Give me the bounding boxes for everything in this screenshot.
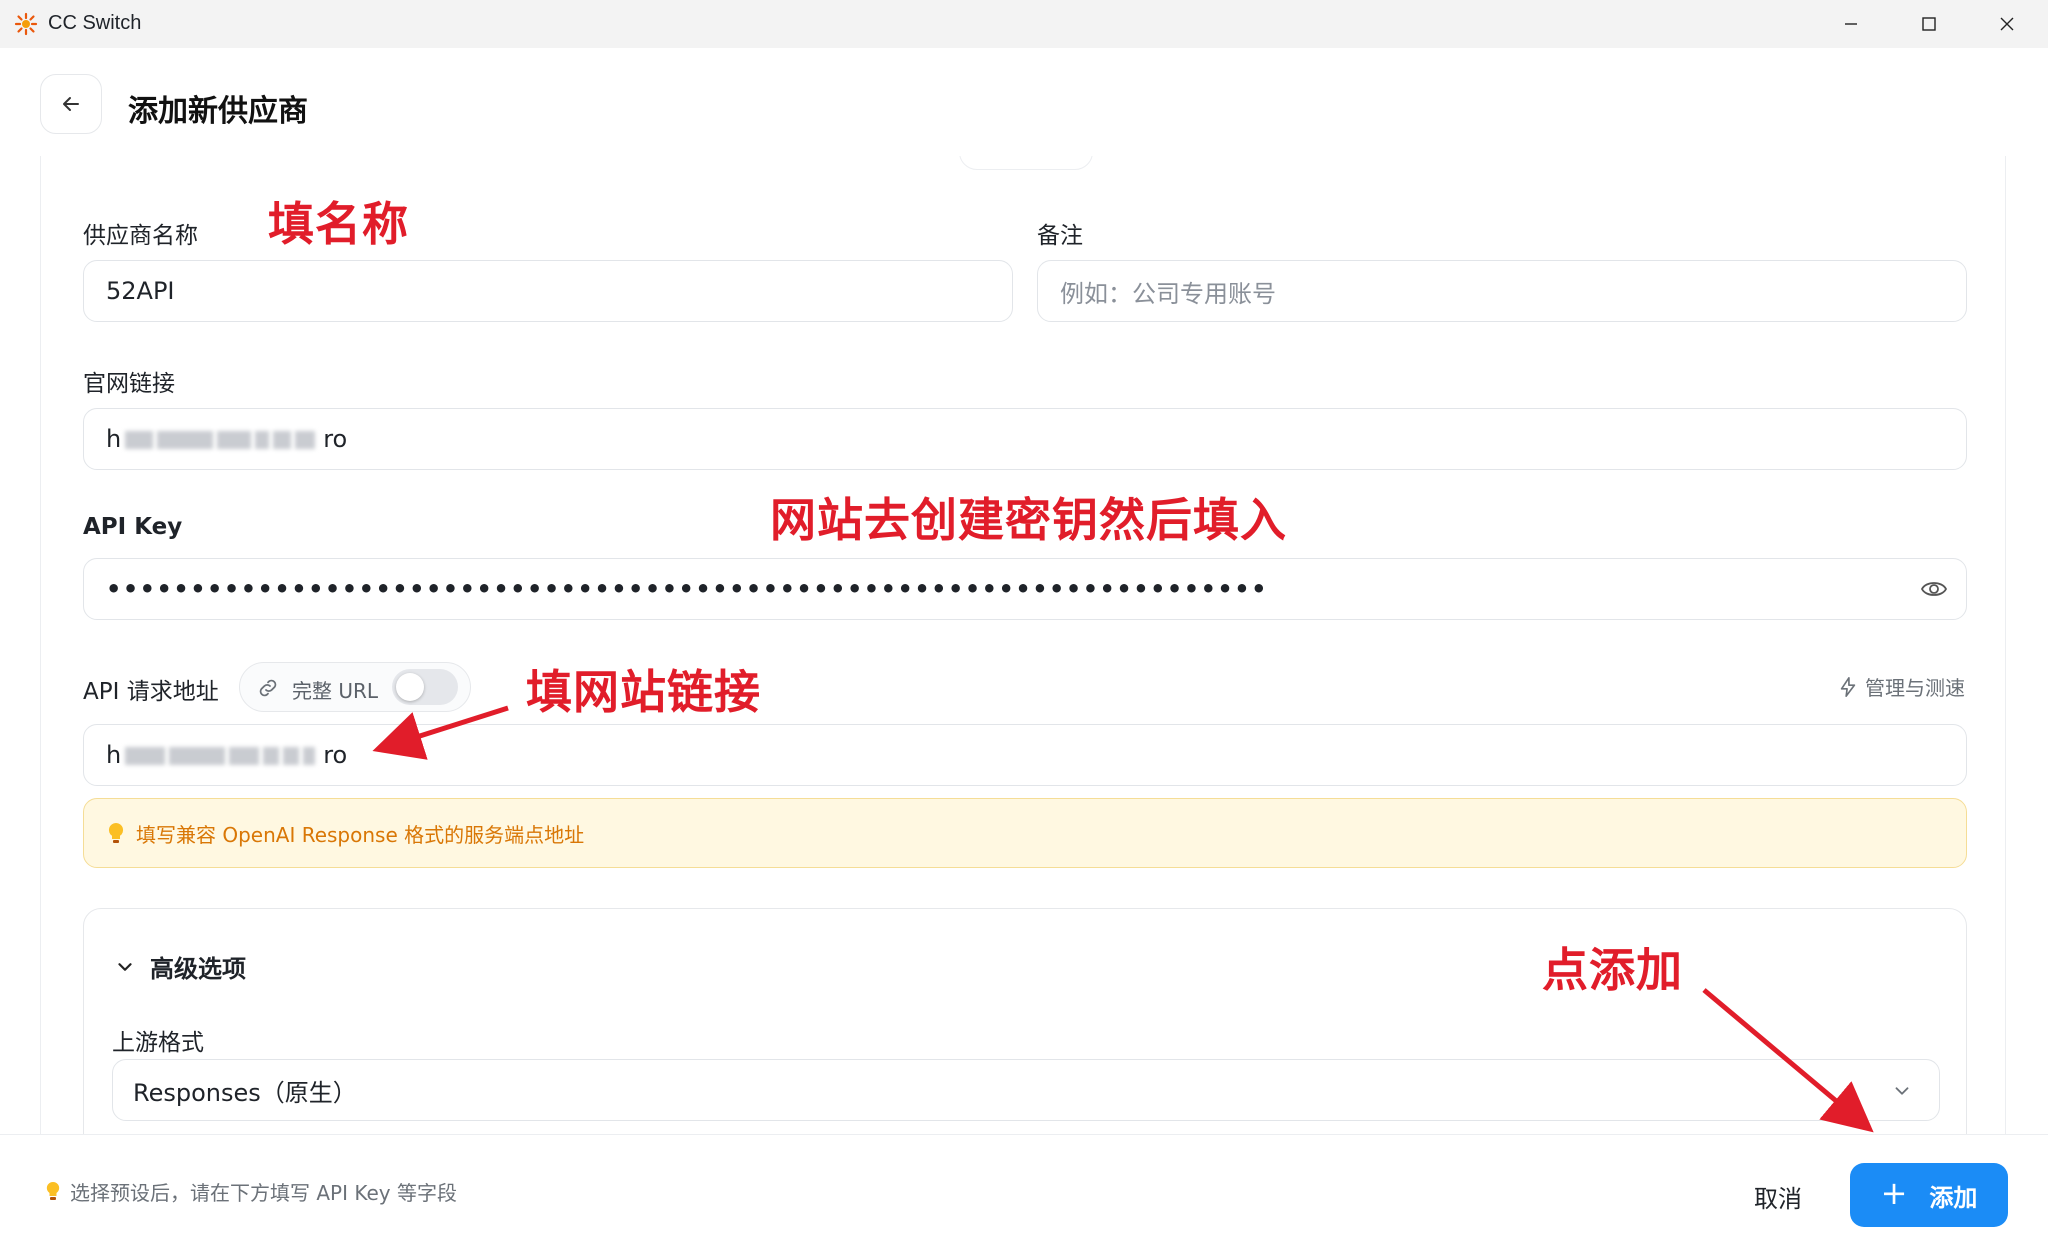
maximize-button[interactable] bbox=[1890, 0, 1968, 48]
provider-form: 供应商名称 52API 备注 例如：公司专用账号 官网链接 h ro API K… bbox=[40, 156, 2006, 1136]
window-titlebar: CC Switch bbox=[0, 0, 2048, 48]
provider-name-label: 供应商名称 bbox=[83, 223, 198, 249]
upstream-format-value: Responses（原生） bbox=[133, 1078, 357, 1107]
manage-speedtest-label: 管理与测速 bbox=[1865, 676, 1965, 700]
advanced-options-card: 高级选项 上游格式 Responses（原生） bbox=[83, 908, 1967, 1136]
eye-icon[interactable] bbox=[1920, 577, 1948, 601]
website-value-end: ro bbox=[323, 425, 348, 453]
api-key-masked-value: ••••••••••••••••••••••••••••••••••••••••… bbox=[106, 575, 1268, 603]
notes-input[interactable]: 例如：公司专用账号 bbox=[1037, 260, 1967, 322]
endpoint-hint: 填写兼容 OpenAI Response 格式的服务端点地址 bbox=[83, 798, 1967, 868]
annotation-fill-url: 填网站链接 bbox=[526, 665, 761, 719]
close-icon bbox=[2000, 17, 2014, 31]
full-url-toggle-group: 完整 URL bbox=[239, 662, 471, 712]
website-value-start: h bbox=[106, 425, 122, 453]
footer-hint: 选择预设后，请在下方填写 API Key 等字段 bbox=[44, 1177, 457, 1206]
minimize-button[interactable] bbox=[1812, 0, 1890, 48]
upstream-format-select[interactable]: Responses（原生） bbox=[112, 1059, 1940, 1121]
page-title: 添加新供应商 bbox=[128, 94, 308, 129]
endpoint-label: API 请求地址 bbox=[83, 679, 219, 705]
website-input[interactable]: h ro bbox=[83, 408, 1967, 470]
annotation-create-key: 网站去创建密钥然后填入 bbox=[770, 493, 1287, 547]
minimize-icon bbox=[1845, 23, 1857, 25]
back-button[interactable] bbox=[40, 74, 102, 134]
notes-label: 备注 bbox=[1037, 223, 1083, 249]
close-button[interactable] bbox=[1968, 0, 2046, 48]
cancel-button[interactable]: 取消 bbox=[1722, 1165, 1834, 1227]
full-url-label: 完整 URL bbox=[292, 679, 379, 703]
api-key-label: API Key bbox=[83, 514, 183, 540]
lightbulb-icon bbox=[108, 822, 124, 843]
lightbulb-icon bbox=[46, 1181, 60, 1200]
endpoint-hint-text: 填写兼容 OpenAI Response 格式的服务端点地址 bbox=[136, 822, 585, 847]
form-footer: 选择预设后，请在下方填写 API Key 等字段 取消 + 添加 bbox=[0, 1134, 2048, 1250]
add-button[interactable]: + 添加 bbox=[1850, 1163, 2008, 1227]
footer-hint-text: 选择预设后，请在下方填写 API Key 等字段 bbox=[70, 1181, 457, 1205]
advanced-options-title: 高级选项 bbox=[150, 955, 246, 983]
upstream-format-label: 上游格式 bbox=[112, 1030, 204, 1056]
page-header: 添加新供应商 bbox=[0, 48, 2048, 156]
chevron-down-icon bbox=[1895, 1087, 1909, 1095]
annotation-fill-name: 填名称 bbox=[268, 197, 409, 251]
link-icon bbox=[259, 679, 277, 697]
app-logo-icon bbox=[14, 12, 38, 36]
window-title: CC Switch bbox=[48, 12, 142, 34]
switch-knob bbox=[396, 673, 424, 701]
notes-placeholder: 例如：公司专用账号 bbox=[1060, 279, 1276, 308]
endpoint-value-start: h bbox=[106, 741, 122, 769]
endpoint-input[interactable]: h ro bbox=[83, 724, 1967, 786]
add-label: 添加 bbox=[1929, 1183, 1978, 1212]
full-url-switch[interactable] bbox=[392, 669, 458, 705]
advanced-options-toggle[interactable]: 高级选项 bbox=[114, 949, 246, 984]
api-key-input[interactable]: ••••••••••••••••••••••••••••••••••••••••… bbox=[83, 558, 1967, 620]
redacted-text bbox=[125, 425, 319, 453]
plus-icon: + bbox=[1880, 1174, 1908, 1212]
preset-pill bbox=[959, 156, 1093, 170]
redacted-text bbox=[125, 741, 319, 769]
provider-name-value: 52API bbox=[106, 277, 175, 305]
annotation-click-add: 点添加 bbox=[1542, 943, 1683, 997]
arrow-left-icon bbox=[63, 97, 79, 111]
website-label: 官网链接 bbox=[83, 371, 175, 397]
cancel-label: 取消 bbox=[1754, 1184, 1802, 1213]
chevron-down-icon bbox=[118, 962, 132, 971]
manage-speedtest-link[interactable]: 管理与测速 bbox=[1837, 672, 1965, 701]
lightning-icon bbox=[1840, 676, 1856, 697]
provider-name-input[interactable]: 52API bbox=[83, 260, 1013, 322]
endpoint-value-end: ro bbox=[323, 741, 348, 769]
maximize-icon bbox=[1922, 17, 1936, 31]
